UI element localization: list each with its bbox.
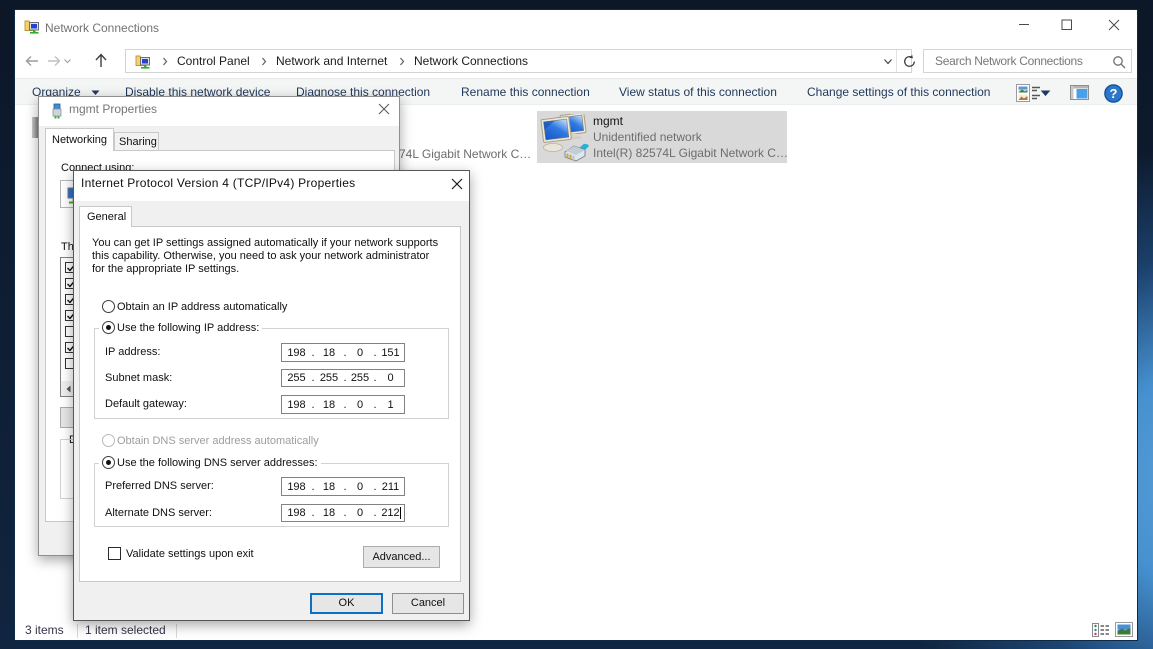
- svg-text:?: ?: [1110, 86, 1118, 101]
